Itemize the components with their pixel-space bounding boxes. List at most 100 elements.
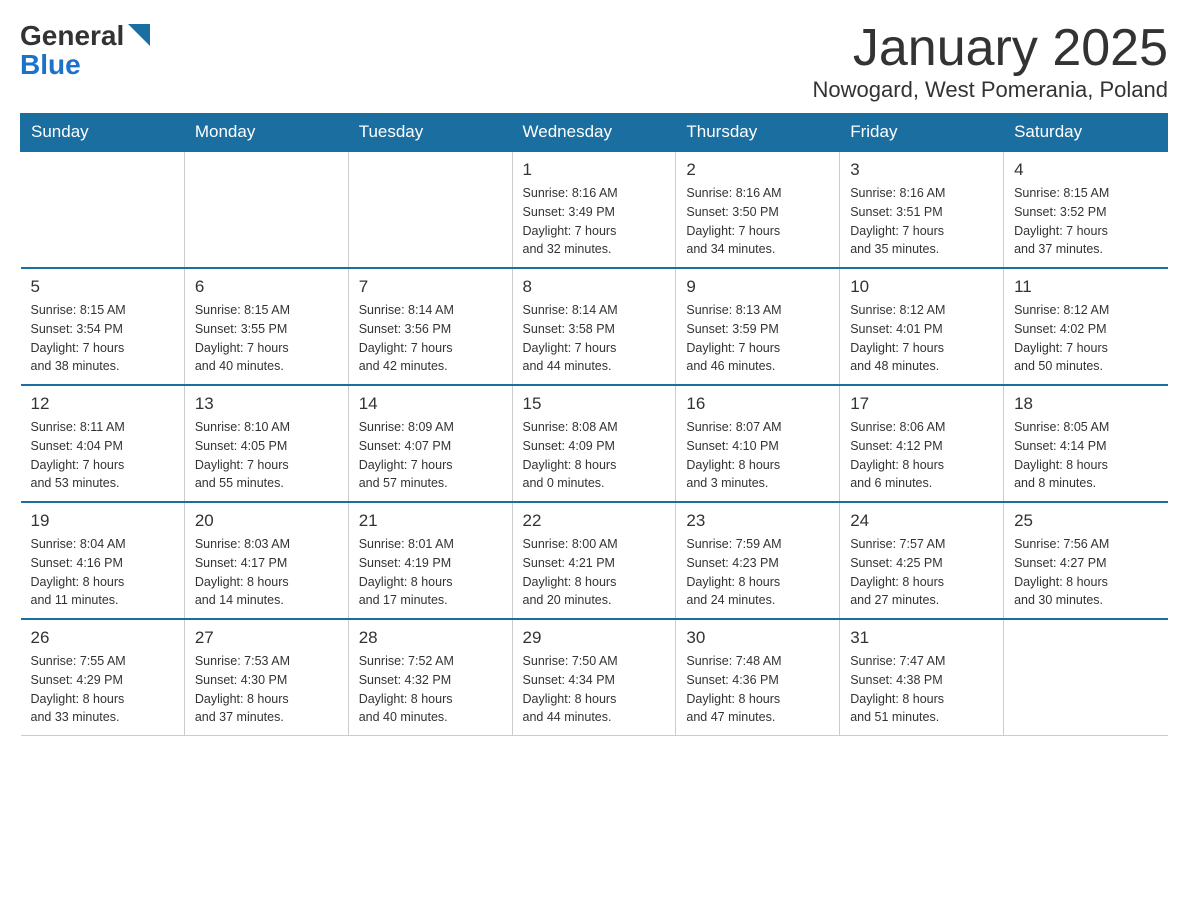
day-number: 1 bbox=[523, 160, 666, 180]
day-cell bbox=[21, 151, 185, 268]
month-title: January 2025 bbox=[813, 20, 1168, 77]
day-cell: 14Sunrise: 8:09 AM Sunset: 4:07 PM Dayli… bbox=[348, 385, 512, 502]
day-cell: 22Sunrise: 8:00 AM Sunset: 4:21 PM Dayli… bbox=[512, 502, 676, 619]
day-cell: 16 Sunrise: 8:07 AM Sunset: 4:10 PM Dayli… bbox=[676, 385, 840, 502]
day-cell: 28 Sunrise: 7:52 AM Sunset: 4:32 PM Dayli… bbox=[348, 619, 512, 736]
day-number: 3 bbox=[850, 160, 993, 180]
day-info: Sunrise: 8:00 AM Sunset: 4:21 PM Dayligh… bbox=[523, 535, 666, 610]
header-cell-saturday: Saturday bbox=[1004, 114, 1168, 152]
day-cell: 6 Sunrise: 8:15 AM Sunset: 3:55 PM Daylig… bbox=[184, 268, 348, 385]
page-header: General Blue January 2025 Nowogard, West… bbox=[20, 20, 1168, 103]
day-cell: 26 Sunrise: 7:55 AM Sunset: 4:29 PM Dayli… bbox=[21, 619, 185, 736]
day-info: Sunrise: 8:08 AM Sunset: 4:09 PM Dayligh… bbox=[523, 418, 666, 493]
calendar-header: SundayMondayTuesdayWednesdayThursdayFrid… bbox=[21, 114, 1168, 152]
day-cell: 27Sunrise: 7:53 AM Sunset: 4:30 PM Dayli… bbox=[184, 619, 348, 736]
day-info: Sunrise: 7:57 AM Sunset: 4:25 PM Dayligh… bbox=[850, 535, 993, 610]
day-info: Sunrise: 8:10 AM Sunset: 4:05 PM Dayligh… bbox=[195, 418, 338, 493]
day-cell: 31 Sunrise: 7:47 AM Sunset: 4:38 PM Dayli… bbox=[840, 619, 1004, 736]
calendar-table: SundayMondayTuesdayWednesdayThursdayFrid… bbox=[20, 113, 1168, 736]
day-cell: 13Sunrise: 8:10 AM Sunset: 4:05 PM Dayli… bbox=[184, 385, 348, 502]
header-cell-thursday: Thursday bbox=[676, 114, 840, 152]
day-number: 30 bbox=[686, 628, 829, 648]
day-cell: 18Sunrise: 8:05 AM Sunset: 4:14 PM Dayli… bbox=[1004, 385, 1168, 502]
day-info: Sunrise: 7:56 AM Sunset: 4:27 PM Dayligh… bbox=[1014, 535, 1157, 610]
day-number: 18 bbox=[1014, 394, 1157, 414]
day-number: 8 bbox=[523, 277, 666, 297]
logo: General Blue bbox=[20, 20, 150, 79]
day-info: Sunrise: 8:03 AM Sunset: 4:17 PM Dayligh… bbox=[195, 535, 338, 610]
day-info: Sunrise: 8:09 AM Sunset: 4:07 PM Dayligh… bbox=[359, 418, 502, 493]
week-row-4: 19Sunrise: 8:04 AM Sunset: 4:16 PM Dayli… bbox=[21, 502, 1168, 619]
day-info: Sunrise: 7:55 AM Sunset: 4:29 PM Dayligh… bbox=[31, 652, 174, 727]
day-number: 29 bbox=[523, 628, 666, 648]
day-number: 28 bbox=[359, 628, 502, 648]
day-cell: 11 Sunrise: 8:12 AM Sunset: 4:02 PM Dayli… bbox=[1004, 268, 1168, 385]
header-cell-friday: Friday bbox=[840, 114, 1004, 152]
day-cell: 25 Sunrise: 7:56 AM Sunset: 4:27 PM Dayli… bbox=[1004, 502, 1168, 619]
day-info: Sunrise: 8:14 AM Sunset: 3:58 PM Dayligh… bbox=[523, 301, 666, 376]
day-cell bbox=[184, 151, 348, 268]
day-cell: 2Sunrise: 8:16 AM Sunset: 3:50 PM Daylig… bbox=[676, 151, 840, 268]
day-cell: 5Sunrise: 8:15 AM Sunset: 3:54 PM Daylig… bbox=[21, 268, 185, 385]
day-cell: 23Sunrise: 7:59 AM Sunset: 4:23 PM Dayli… bbox=[676, 502, 840, 619]
location-text: Nowogard, West Pomerania, Poland bbox=[813, 77, 1168, 103]
day-info: Sunrise: 8:15 AM Sunset: 3:54 PM Dayligh… bbox=[31, 301, 174, 376]
day-number: 17 bbox=[850, 394, 993, 414]
logo-general-text: General bbox=[20, 22, 124, 50]
day-info: Sunrise: 7:47 AM Sunset: 4:38 PM Dayligh… bbox=[850, 652, 993, 727]
header-cell-sunday: Sunday bbox=[21, 114, 185, 152]
week-row-3: 12 Sunrise: 8:11 AM Sunset: 4:04 PM Dayli… bbox=[21, 385, 1168, 502]
day-number: 21 bbox=[359, 511, 502, 531]
day-cell: 8 Sunrise: 8:14 AM Sunset: 3:58 PM Daylig… bbox=[512, 268, 676, 385]
day-number: 15 bbox=[523, 394, 666, 414]
day-cell: 12 Sunrise: 8:11 AM Sunset: 4:04 PM Dayli… bbox=[21, 385, 185, 502]
day-cell: 10 Sunrise: 8:12 AM Sunset: 4:01 PM Dayli… bbox=[840, 268, 1004, 385]
day-info: Sunrise: 7:48 AM Sunset: 4:36 PM Dayligh… bbox=[686, 652, 829, 727]
day-number: 31 bbox=[850, 628, 993, 648]
day-info: Sunrise: 8:01 AM Sunset: 4:19 PM Dayligh… bbox=[359, 535, 502, 610]
day-info: Sunrise: 8:07 AM Sunset: 4:10 PM Dayligh… bbox=[686, 418, 829, 493]
day-cell: 20 Sunrise: 8:03 AM Sunset: 4:17 PM Dayli… bbox=[184, 502, 348, 619]
day-cell: 3Sunrise: 8:16 AM Sunset: 3:51 PM Daylig… bbox=[840, 151, 1004, 268]
day-info: Sunrise: 8:16 AM Sunset: 3:49 PM Dayligh… bbox=[523, 184, 666, 259]
day-number: 11 bbox=[1014, 277, 1157, 297]
week-row-2: 5Sunrise: 8:15 AM Sunset: 3:54 PM Daylig… bbox=[21, 268, 1168, 385]
calendar-body: 1 Sunrise: 8:16 AM Sunset: 3:49 PM Daylig… bbox=[21, 151, 1168, 736]
header-cell-tuesday: Tuesday bbox=[348, 114, 512, 152]
day-number: 2 bbox=[686, 160, 829, 180]
day-cell bbox=[1004, 619, 1168, 736]
day-number: 12 bbox=[31, 394, 174, 414]
day-number: 6 bbox=[195, 277, 338, 297]
day-info: Sunrise: 7:52 AM Sunset: 4:32 PM Dayligh… bbox=[359, 652, 502, 727]
day-info: Sunrise: 8:13 AM Sunset: 3:59 PM Dayligh… bbox=[686, 301, 829, 376]
day-number: 10 bbox=[850, 277, 993, 297]
day-number: 26 bbox=[31, 628, 174, 648]
day-info: Sunrise: 8:06 AM Sunset: 4:12 PM Dayligh… bbox=[850, 418, 993, 493]
header-cell-monday: Monday bbox=[184, 114, 348, 152]
title-area: January 2025 Nowogard, West Pomerania, P… bbox=[813, 20, 1168, 103]
week-row-1: 1 Sunrise: 8:16 AM Sunset: 3:49 PM Daylig… bbox=[21, 151, 1168, 268]
day-info: Sunrise: 8:12 AM Sunset: 4:02 PM Dayligh… bbox=[1014, 301, 1157, 376]
day-cell: 19Sunrise: 8:04 AM Sunset: 4:16 PM Dayli… bbox=[21, 502, 185, 619]
day-info: Sunrise: 8:15 AM Sunset: 3:55 PM Dayligh… bbox=[195, 301, 338, 376]
day-info: Sunrise: 8:15 AM Sunset: 3:52 PM Dayligh… bbox=[1014, 184, 1157, 259]
logo-blue-text: Blue bbox=[20, 51, 81, 79]
day-cell bbox=[348, 151, 512, 268]
day-number: 16 bbox=[686, 394, 829, 414]
day-cell: 1 Sunrise: 8:16 AM Sunset: 3:49 PM Daylig… bbox=[512, 151, 676, 268]
day-cell: 21 Sunrise: 8:01 AM Sunset: 4:19 PM Dayli… bbox=[348, 502, 512, 619]
day-number: 24 bbox=[850, 511, 993, 531]
day-number: 19 bbox=[31, 511, 174, 531]
day-number: 7 bbox=[359, 277, 502, 297]
day-number: 25 bbox=[1014, 511, 1157, 531]
day-cell: 15 Sunrise: 8:08 AM Sunset: 4:09 PM Dayli… bbox=[512, 385, 676, 502]
day-info: Sunrise: 8:11 AM Sunset: 4:04 PM Dayligh… bbox=[31, 418, 174, 493]
day-cell: 24 Sunrise: 7:57 AM Sunset: 4:25 PM Dayli… bbox=[840, 502, 1004, 619]
day-info: Sunrise: 8:12 AM Sunset: 4:01 PM Dayligh… bbox=[850, 301, 993, 376]
day-number: 27 bbox=[195, 628, 338, 648]
day-number: 20 bbox=[195, 511, 338, 531]
day-number: 23 bbox=[686, 511, 829, 531]
day-number: 4 bbox=[1014, 160, 1157, 180]
day-info: Sunrise: 8:14 AM Sunset: 3:56 PM Dayligh… bbox=[359, 301, 502, 376]
day-info: Sunrise: 7:50 AM Sunset: 4:34 PM Dayligh… bbox=[523, 652, 666, 727]
